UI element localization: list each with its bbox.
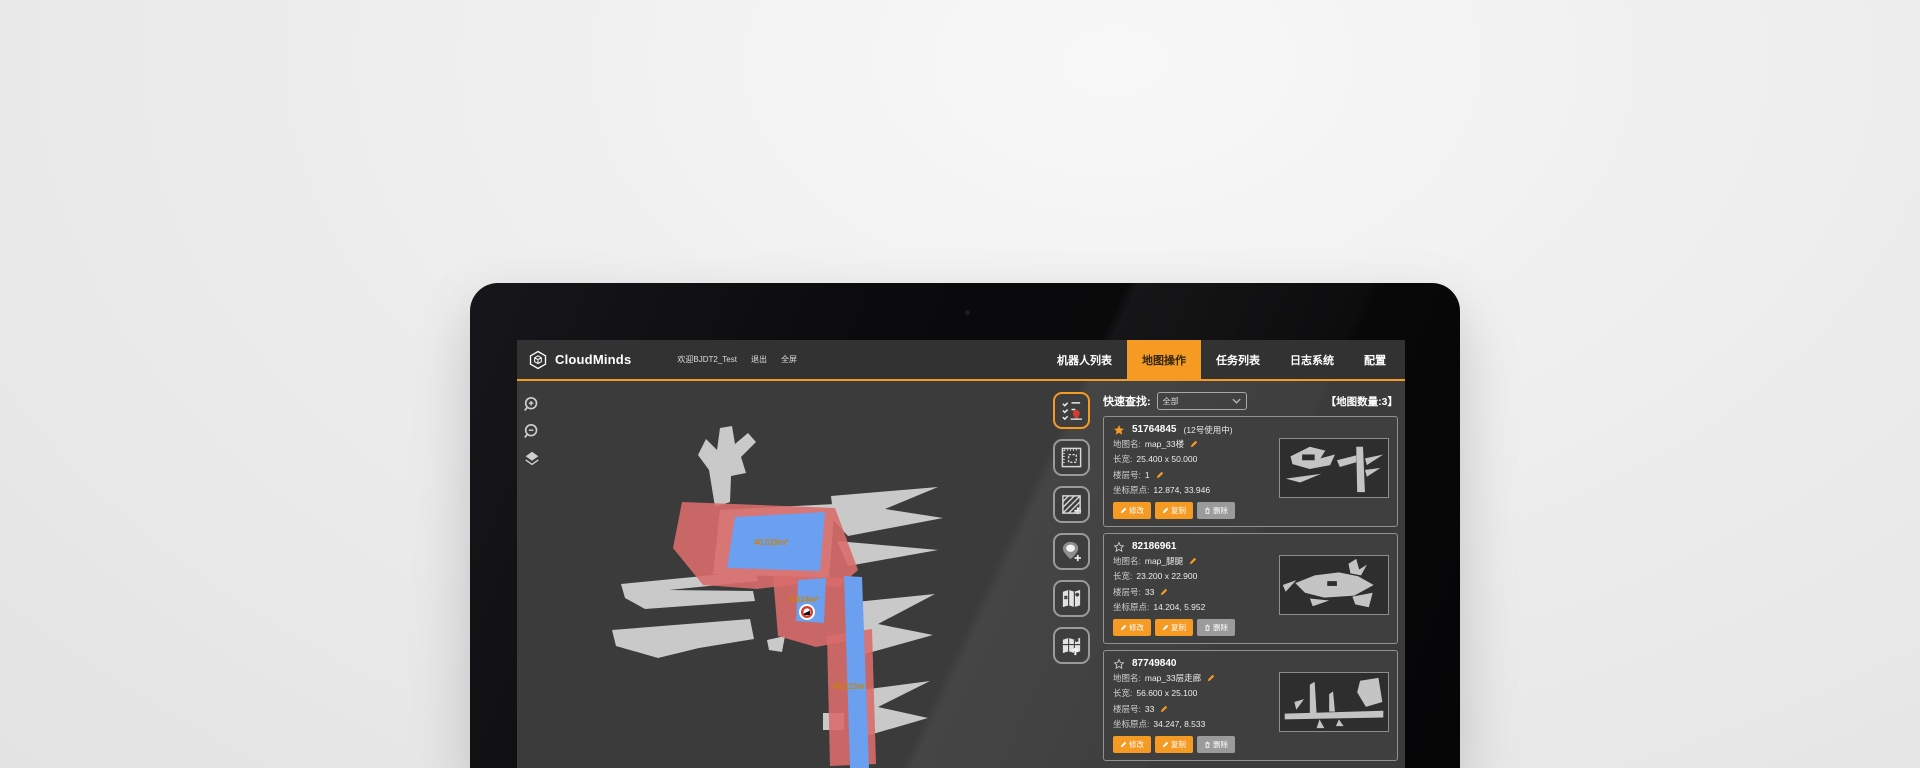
map-size-value: 56.600 x 25.100 <box>1136 688 1197 698</box>
map-thumbnail[interactable] <box>1279 438 1389 498</box>
map-name-value: map_33层走廊 <box>1145 672 1201 684</box>
robot-marker[interactable] <box>799 604 815 620</box>
tool-point-add[interactable] <box>1053 533 1090 570</box>
delete-button[interactable]: 删除 <box>1197 619 1235 636</box>
laptop-mockup: CloudMinds 欢迎BJDT2_Test 退出 全屏 机器人列表 地图操作… <box>470 283 1460 768</box>
map-card[interactable]: 87749840 地图名 <box>1103 650 1398 761</box>
nav-item-task-list[interactable]: 任务列表 <box>1201 340 1275 380</box>
logout-link[interactable]: 退出 <box>751 354 767 365</box>
origin-value: 14.204, 5.952 <box>1153 602 1205 612</box>
map-id: 51764845 <box>1132 424 1177 435</box>
delete-button[interactable]: 删除 <box>1197 736 1235 753</box>
floor-value: 1 <box>1145 470 1150 480</box>
area-measure-icon <box>1060 446 1083 469</box>
edit-map-name-icon[interactable] <box>1189 557 1197 565</box>
map-size-value: 25.400 x 50.000 <box>1136 454 1197 464</box>
edit-map-name-icon[interactable] <box>1190 440 1198 448</box>
map-id: 87749840 <box>1132 658 1177 669</box>
tool-virtual-wall-add[interactable] <box>1053 486 1090 523</box>
modify-button[interactable]: 修改 <box>1113 502 1151 519</box>
modify-button[interactable]: 修改 <box>1113 736 1151 753</box>
tool-map-marker-delete[interactable] <box>1053 580 1090 617</box>
floor-value: 33 <box>1145 587 1154 597</box>
edit-floor-icon[interactable] <box>1160 705 1168 713</box>
nav-item-map-operation[interactable]: 地图操作 <box>1127 340 1201 380</box>
nav-item-robot-list[interactable]: 机器人列表 <box>1042 340 1127 380</box>
copy-button[interactable]: 复制 <box>1155 502 1193 519</box>
map-thumbnail[interactable] <box>1279 672 1389 732</box>
copy-button[interactable]: 复制 <box>1155 736 1193 753</box>
panel-header: 快速查找: 全部 【地图数量:3】 <box>1103 392 1398 410</box>
patrol-checklist-pin-icon <box>1060 399 1083 422</box>
map-name-value: map_33楼 <box>1145 438 1184 450</box>
filter-select-value: 全部 <box>1163 396 1179 407</box>
delete-button[interactable]: 删除 <box>1197 502 1235 519</box>
session-info: 欢迎BJDT2_Test 退出 全屏 <box>677 354 797 365</box>
tool-area-measure[interactable] <box>1053 439 1090 476</box>
area-label-3: 80.215m² <box>833 682 868 691</box>
map-name-value: map_腿腿 <box>1145 555 1183 567</box>
copy-button[interactable]: 复制 <box>1155 619 1193 636</box>
point-add-icon <box>1060 540 1083 563</box>
layers-icon[interactable] <box>523 450 541 468</box>
star-outline-icon[interactable] <box>1113 541 1125 553</box>
star-filled-icon[interactable] <box>1113 424 1125 436</box>
cloudminds-logo-icon <box>528 350 548 370</box>
nav-item-config[interactable]: 配置 <box>1349 340 1401 380</box>
top-navbar: CloudMinds 欢迎BJDT2_Test 退出 全屏 机器人列表 地图操作… <box>517 340 1405 381</box>
zoom-in-icon[interactable] <box>523 396 541 414</box>
star-outline-icon[interactable] <box>1113 658 1125 670</box>
map-count-label: 【地图数量:3】 <box>1326 394 1398 409</box>
quick-search-label: 快速查找: <box>1103 393 1151 409</box>
area-label-2: 8.614m² <box>789 595 819 604</box>
floor-value: 33 <box>1145 704 1154 714</box>
map-in-use-tag: (12号使用中) <box>1184 424 1233 436</box>
tool-patrol-checklist-pin[interactable] <box>1053 392 1090 429</box>
fullscreen-link[interactable]: 全屏 <box>781 354 797 365</box>
edit-map-name-icon[interactable] <box>1207 674 1215 682</box>
chevron-down-icon <box>1232 398 1241 404</box>
map-thumbnail[interactable] <box>1279 555 1389 615</box>
virtual-wall-add-icon <box>1060 493 1083 516</box>
edit-floor-icon[interactable] <box>1160 588 1168 596</box>
edit-floor-icon[interactable] <box>1156 471 1164 479</box>
modify-button[interactable]: 修改 <box>1113 619 1151 636</box>
map-marker-delete-icon <box>1060 587 1083 610</box>
map-size-value: 23.200 x 22.900 <box>1136 571 1197 581</box>
origin-value: 34.247, 8.533 <box>1153 719 1205 729</box>
map-zoom-controls <box>523 396 541 468</box>
map-list-panel: 快速查找: 全部 【地图数量:3】 51764845 (12号使用中) <box>1103 392 1398 761</box>
nav-item-log-system[interactable]: 日志系统 <box>1275 340 1349 380</box>
webcam-dot <box>965 310 970 315</box>
app-screen: CloudMinds 欢迎BJDT2_Test 退出 全屏 机器人列表 地图操作… <box>517 340 1405 768</box>
map-upload-icon <box>1060 634 1083 657</box>
map-toolbar <box>1053 392 1090 664</box>
map-card[interactable]: 51764845 (12号使用中) <box>1103 416 1398 527</box>
welcome-text: 欢迎BJDT2_Test <box>677 354 737 365</box>
map-id: 82186961 <box>1132 541 1177 552</box>
nav-menu: 机器人列表 地图操作 任务列表 日志系统 配置 <box>1042 340 1405 380</box>
zoom-out-icon[interactable] <box>523 423 541 441</box>
tool-map-upload[interactable] <box>1053 627 1090 664</box>
map-card[interactable]: 82186961 地图名:map_腿腿 <box>1103 533 1398 644</box>
map-canvas[interactable]: 40.519m² 8.614m² 80.215m² <box>517 340 1057 768</box>
filter-select[interactable]: 全部 <box>1157 392 1247 410</box>
area-label-1: 40.519m² <box>754 538 789 547</box>
brand: CloudMinds <box>528 350 631 370</box>
brand-name: CloudMinds <box>555 352 631 367</box>
origin-value: 12.874, 33.946 <box>1153 485 1210 495</box>
